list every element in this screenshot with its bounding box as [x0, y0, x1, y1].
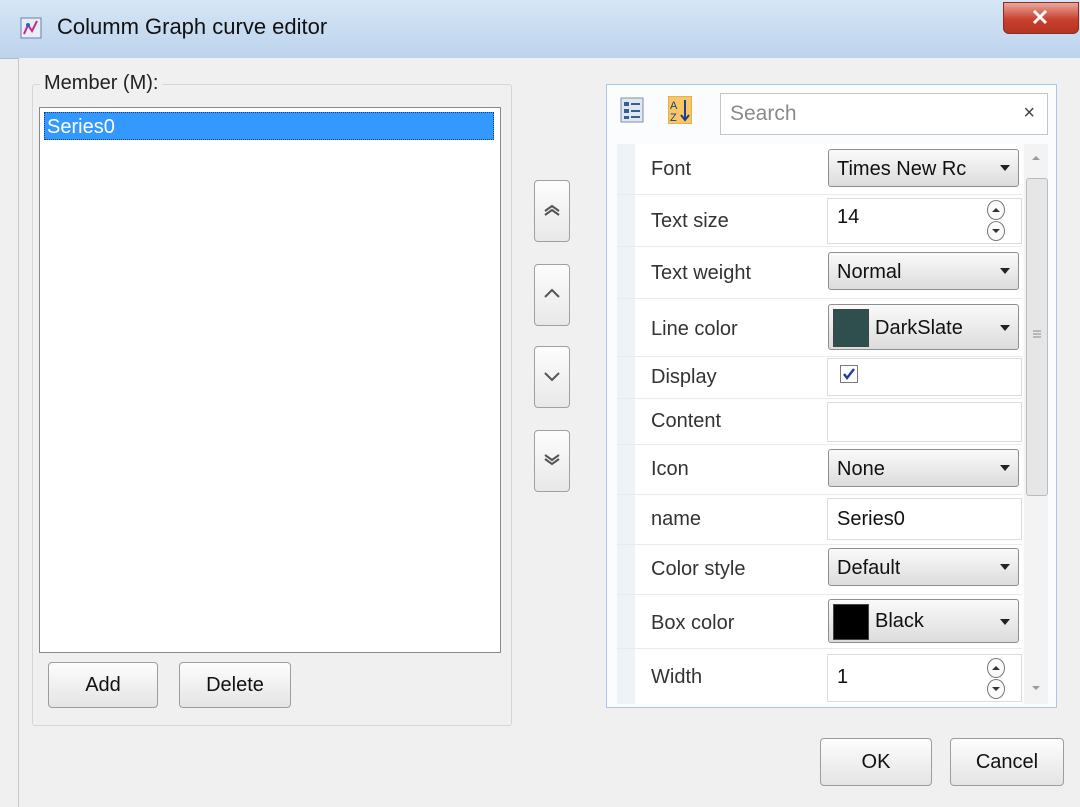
- spin-down-button[interactable]: [987, 221, 1005, 241]
- line-color-combo[interactable]: DarkSlate: [828, 304, 1019, 350]
- dropdown-arrow-icon: [1000, 564, 1010, 570]
- dropdown-arrow-icon: [1000, 465, 1010, 471]
- move-bottom-button[interactable]: [534, 430, 570, 492]
- line-color-swatch: [833, 309, 869, 347]
- spin-down-button[interactable]: [987, 679, 1005, 699]
- dropdown-arrow-icon: [1000, 325, 1010, 331]
- icon-combo[interactable]: None: [828, 449, 1019, 487]
- property-row: Icon None: [617, 444, 1022, 495]
- arrow-down-icon: [992, 229, 1000, 233]
- move-up-button[interactable]: [534, 264, 570, 326]
- box-color-value: Black: [875, 610, 924, 632]
- search-input[interactable]: Search ×: [720, 93, 1048, 135]
- property-label: Text weight: [651, 262, 752, 284]
- scroll-down-icon[interactable]: [1031, 684, 1041, 692]
- property-label: Content: [651, 410, 722, 432]
- clear-search-icon[interactable]: ×: [1023, 102, 1035, 125]
- color-style-combo[interactable]: Default: [828, 548, 1019, 586]
- delete-button[interactable]: Delete: [179, 662, 291, 708]
- chevron-up-icon: [544, 288, 560, 298]
- dropdown-arrow-icon: [1000, 165, 1010, 171]
- property-label: name: [651, 508, 702, 530]
- member-group-label: Member (M):: [40, 72, 163, 95]
- list-item[interactable]: Series0: [44, 112, 494, 140]
- property-row: Box color Black: [617, 594, 1022, 649]
- app-icon: [20, 17, 42, 39]
- member-listbox[interactable]: Series0: [39, 107, 501, 653]
- property-row: Text weight Normal: [617, 246, 1022, 299]
- font-combo[interactable]: Times New Rc: [828, 149, 1019, 187]
- property-label: Display: [651, 366, 717, 388]
- property-rows: Font Times New Rc Text size 14 Text weig…: [617, 144, 1022, 704]
- svg-text:A: A: [670, 100, 678, 112]
- grip-icon: [1033, 330, 1041, 338]
- property-row: name Series0: [617, 494, 1022, 545]
- content-field[interactable]: [827, 402, 1022, 442]
- font-value: Times New Rc: [837, 158, 967, 180]
- close-icon: [1032, 9, 1048, 25]
- property-row: Text size 14: [617, 194, 1022, 247]
- move-down-button[interactable]: [534, 346, 570, 408]
- arrow-up-icon: [992, 208, 1000, 212]
- property-label: Width: [651, 666, 703, 688]
- window-title: Columm Graph curve editor: [57, 14, 328, 39]
- alphabetical-sort-icon[interactable]: A Z: [668, 96, 692, 124]
- property-scrollbar[interactable]: [1024, 144, 1048, 704]
- checkmark-icon: [843, 368, 855, 380]
- categorized-view-icon[interactable]: [620, 96, 644, 124]
- property-label: Line color: [651, 318, 738, 340]
- property-label: Icon: [651, 458, 689, 480]
- width-value: 1: [837, 666, 849, 688]
- scroll-up-icon[interactable]: [1031, 154, 1041, 162]
- property-row: Font Times New Rc: [617, 144, 1022, 195]
- box-color-combo[interactable]: Black: [828, 599, 1019, 643]
- search-placeholder: Search: [730, 102, 797, 125]
- spin-up-button[interactable]: [987, 658, 1005, 678]
- double-chevron-up-icon: [544, 204, 560, 216]
- property-label: Text size: [651, 210, 729, 232]
- close-window-button[interactable]: [1003, 2, 1079, 34]
- double-chevron-down-icon: [544, 454, 560, 466]
- property-label: Box color: [651, 612, 735, 634]
- text-weight-combo[interactable]: Normal: [828, 252, 1019, 290]
- dropdown-arrow-icon: [1000, 619, 1010, 625]
- property-row: Color style Default: [617, 544, 1022, 595]
- property-label: Font: [651, 158, 692, 180]
- property-row: Content: [617, 398, 1022, 445]
- box-color-swatch: [833, 604, 869, 640]
- icon-value: None: [837, 458, 885, 480]
- property-row: Display: [617, 356, 1022, 399]
- name-value: Series0: [837, 508, 905, 530]
- color-style-value: Default: [837, 557, 901, 579]
- property-row: Width 1: [617, 648, 1022, 704]
- property-label: Color style: [651, 558, 746, 580]
- display-checkbox[interactable]: [840, 365, 858, 383]
- spin-up-button[interactable]: [987, 200, 1005, 220]
- svg-text:Z: Z: [670, 112, 677, 124]
- dropdown-arrow-icon: [1000, 268, 1010, 274]
- text-size-value: 14: [837, 206, 860, 228]
- ok-button[interactable]: OK: [820, 738, 932, 786]
- arrow-up-icon: [992, 666, 1000, 670]
- cancel-button[interactable]: Cancel: [950, 738, 1064, 786]
- chevron-down-icon: [544, 372, 560, 382]
- add-button[interactable]: Add: [48, 662, 158, 708]
- property-row: Line color DarkSlate: [617, 298, 1022, 357]
- scrollbar-thumb[interactable]: [1026, 178, 1048, 496]
- move-top-button[interactable]: [534, 180, 570, 242]
- title-bar: Columm Graph curve editor: [0, 0, 1080, 59]
- arrow-down-icon: [992, 687, 1000, 691]
- line-color-value: DarkSlate: [875, 317, 963, 339]
- text-weight-value: Normal: [837, 261, 902, 283]
